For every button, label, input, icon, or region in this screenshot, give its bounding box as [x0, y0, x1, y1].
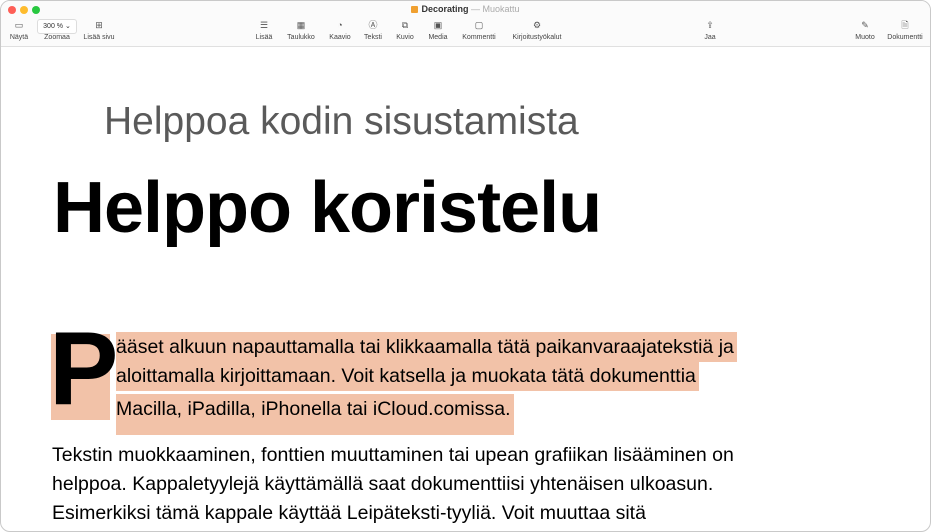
- zoom-select[interactable]: 300 % ⌄: [37, 19, 77, 34]
- chevron-down-icon: ⌄: [64, 23, 71, 30]
- placeholder-text: aloittamalla kirjoittamaan. Voit katsell…: [116, 361, 699, 391]
- zoom-value: 300 %: [43, 23, 64, 30]
- table-button[interactable]: ▦ Taulukko: [287, 19, 315, 41]
- toolbar: Decorating — Muokattu ▭ Näytä 300 % ⌄ Zoo…: [1, 1, 930, 47]
- share-label: Jaa: [704, 34, 716, 41]
- document-icon: [411, 6, 419, 13]
- format-button[interactable]: ✎ Muoto: [855, 19, 874, 41]
- drop-cap[interactable]: P: [49, 317, 118, 421]
- share-icon: ⇪: [706, 20, 714, 30]
- chart-icon: ◔: [337, 20, 343, 30]
- placeholder-text: ääset alkuun napauttamalla tai klikkaama…: [116, 332, 737, 362]
- writing-tools-label: Kirjoitustyökalut: [512, 34, 562, 41]
- placeholder-line[interactable]: aloittamalla kirjoittamaan. Voit katsell…: [116, 361, 699, 391]
- chart-button[interactable]: ◔ Kaavio: [329, 19, 350, 41]
- share-button[interactable]: ⇪ Jaa: [704, 19, 715, 41]
- text-label: Teksti: [364, 34, 382, 41]
- insert-label: Lisää: [255, 34, 273, 41]
- media-button[interactable]: ▣ Media: [428, 19, 447, 41]
- table-label: Taulukko: [287, 34, 315, 41]
- text-box-icon: Ⓐ: [368, 20, 378, 30]
- document-canvas[interactable]: Helppoa kodin sisustamista Helppo korist…: [1, 47, 930, 531]
- zoom-label-text: Zoomaa: [44, 34, 70, 41]
- media-label: Media: [428, 34, 448, 41]
- document-button[interactable]: 🗎 Dokumentti: [887, 19, 922, 41]
- table-icon: ▦: [296, 20, 306, 30]
- document-status: — Muokattu: [471, 4, 520, 14]
- writing-tools-button[interactable]: ⚙ Kirjoitustyökalut: [512, 19, 561, 41]
- paintbrush-icon: ✎: [861, 20, 869, 30]
- add-page-icon: ⊞: [95, 20, 103, 30]
- comment-label: Kommentti: [462, 34, 496, 41]
- view-label: Näytä: [9, 34, 29, 41]
- view-button[interactable]: ▭ Näytä: [10, 19, 28, 41]
- writing-tools-icon: ⚙: [532, 20, 542, 30]
- placeholder-line[interactable]: ääset alkuun napauttamalla tai klikkaama…: [116, 332, 737, 362]
- document-label: Dokumentti: [887, 34, 923, 41]
- shape-button[interactable]: ⧉ Kuvio: [396, 19, 414, 41]
- comment-icon: ▢: [474, 20, 484, 30]
- chart-label: Kaavio: [329, 34, 351, 41]
- document-icon: 🗎: [901, 20, 909, 30]
- window-title: Decorating — Muokattu: [1, 4, 930, 14]
- body-line[interactable]: helppoa. Kappaletyylejä käyttämällä saat…: [52, 473, 713, 496]
- zoom-label: Zoomaa: [44, 34, 70, 41]
- body-line[interactable]: Esimerkiksi tämä kappale käyttää Leipäte…: [52, 502, 646, 525]
- document-subtitle[interactable]: Helppoa kodin sisustamista: [104, 100, 579, 144]
- text-button[interactable]: Ⓐ Teksti: [364, 19, 382, 41]
- pages-window: Decorating — Muokattu ▭ Näytä 300 % ⌄ Zoo…: [0, 0, 931, 532]
- comment-button[interactable]: ▢ Kommentti: [462, 19, 495, 41]
- document-name: Decorating: [421, 4, 469, 14]
- add-page-button[interactable]: ⊞ Lisää sivu: [83, 19, 114, 41]
- shape-icon: ⧉: [401, 20, 409, 30]
- shape-label: Kuvio: [396, 34, 414, 41]
- photo-icon: ▣: [433, 20, 443, 30]
- format-label: Muoto: [855, 34, 875, 41]
- insert-icon: ☰: [259, 20, 269, 30]
- insert-button[interactable]: ☰ Lisää: [256, 19, 273, 41]
- add-page-label: Lisää sivu: [83, 34, 115, 41]
- sidebar-icon: ▭: [14, 20, 24, 30]
- body-line[interactable]: Tekstin muokkaaminen, fonttien muuttamin…: [52, 444, 734, 467]
- document-heading[interactable]: Helppo koristelu: [53, 167, 602, 249]
- placeholder-text: Macilla, iPadilla, iPhonella tai iCloud.…: [116, 394, 514, 435]
- placeholder-line[interactable]: Macilla, iPadilla, iPhonella tai iCloud.…: [116, 394, 514, 435]
